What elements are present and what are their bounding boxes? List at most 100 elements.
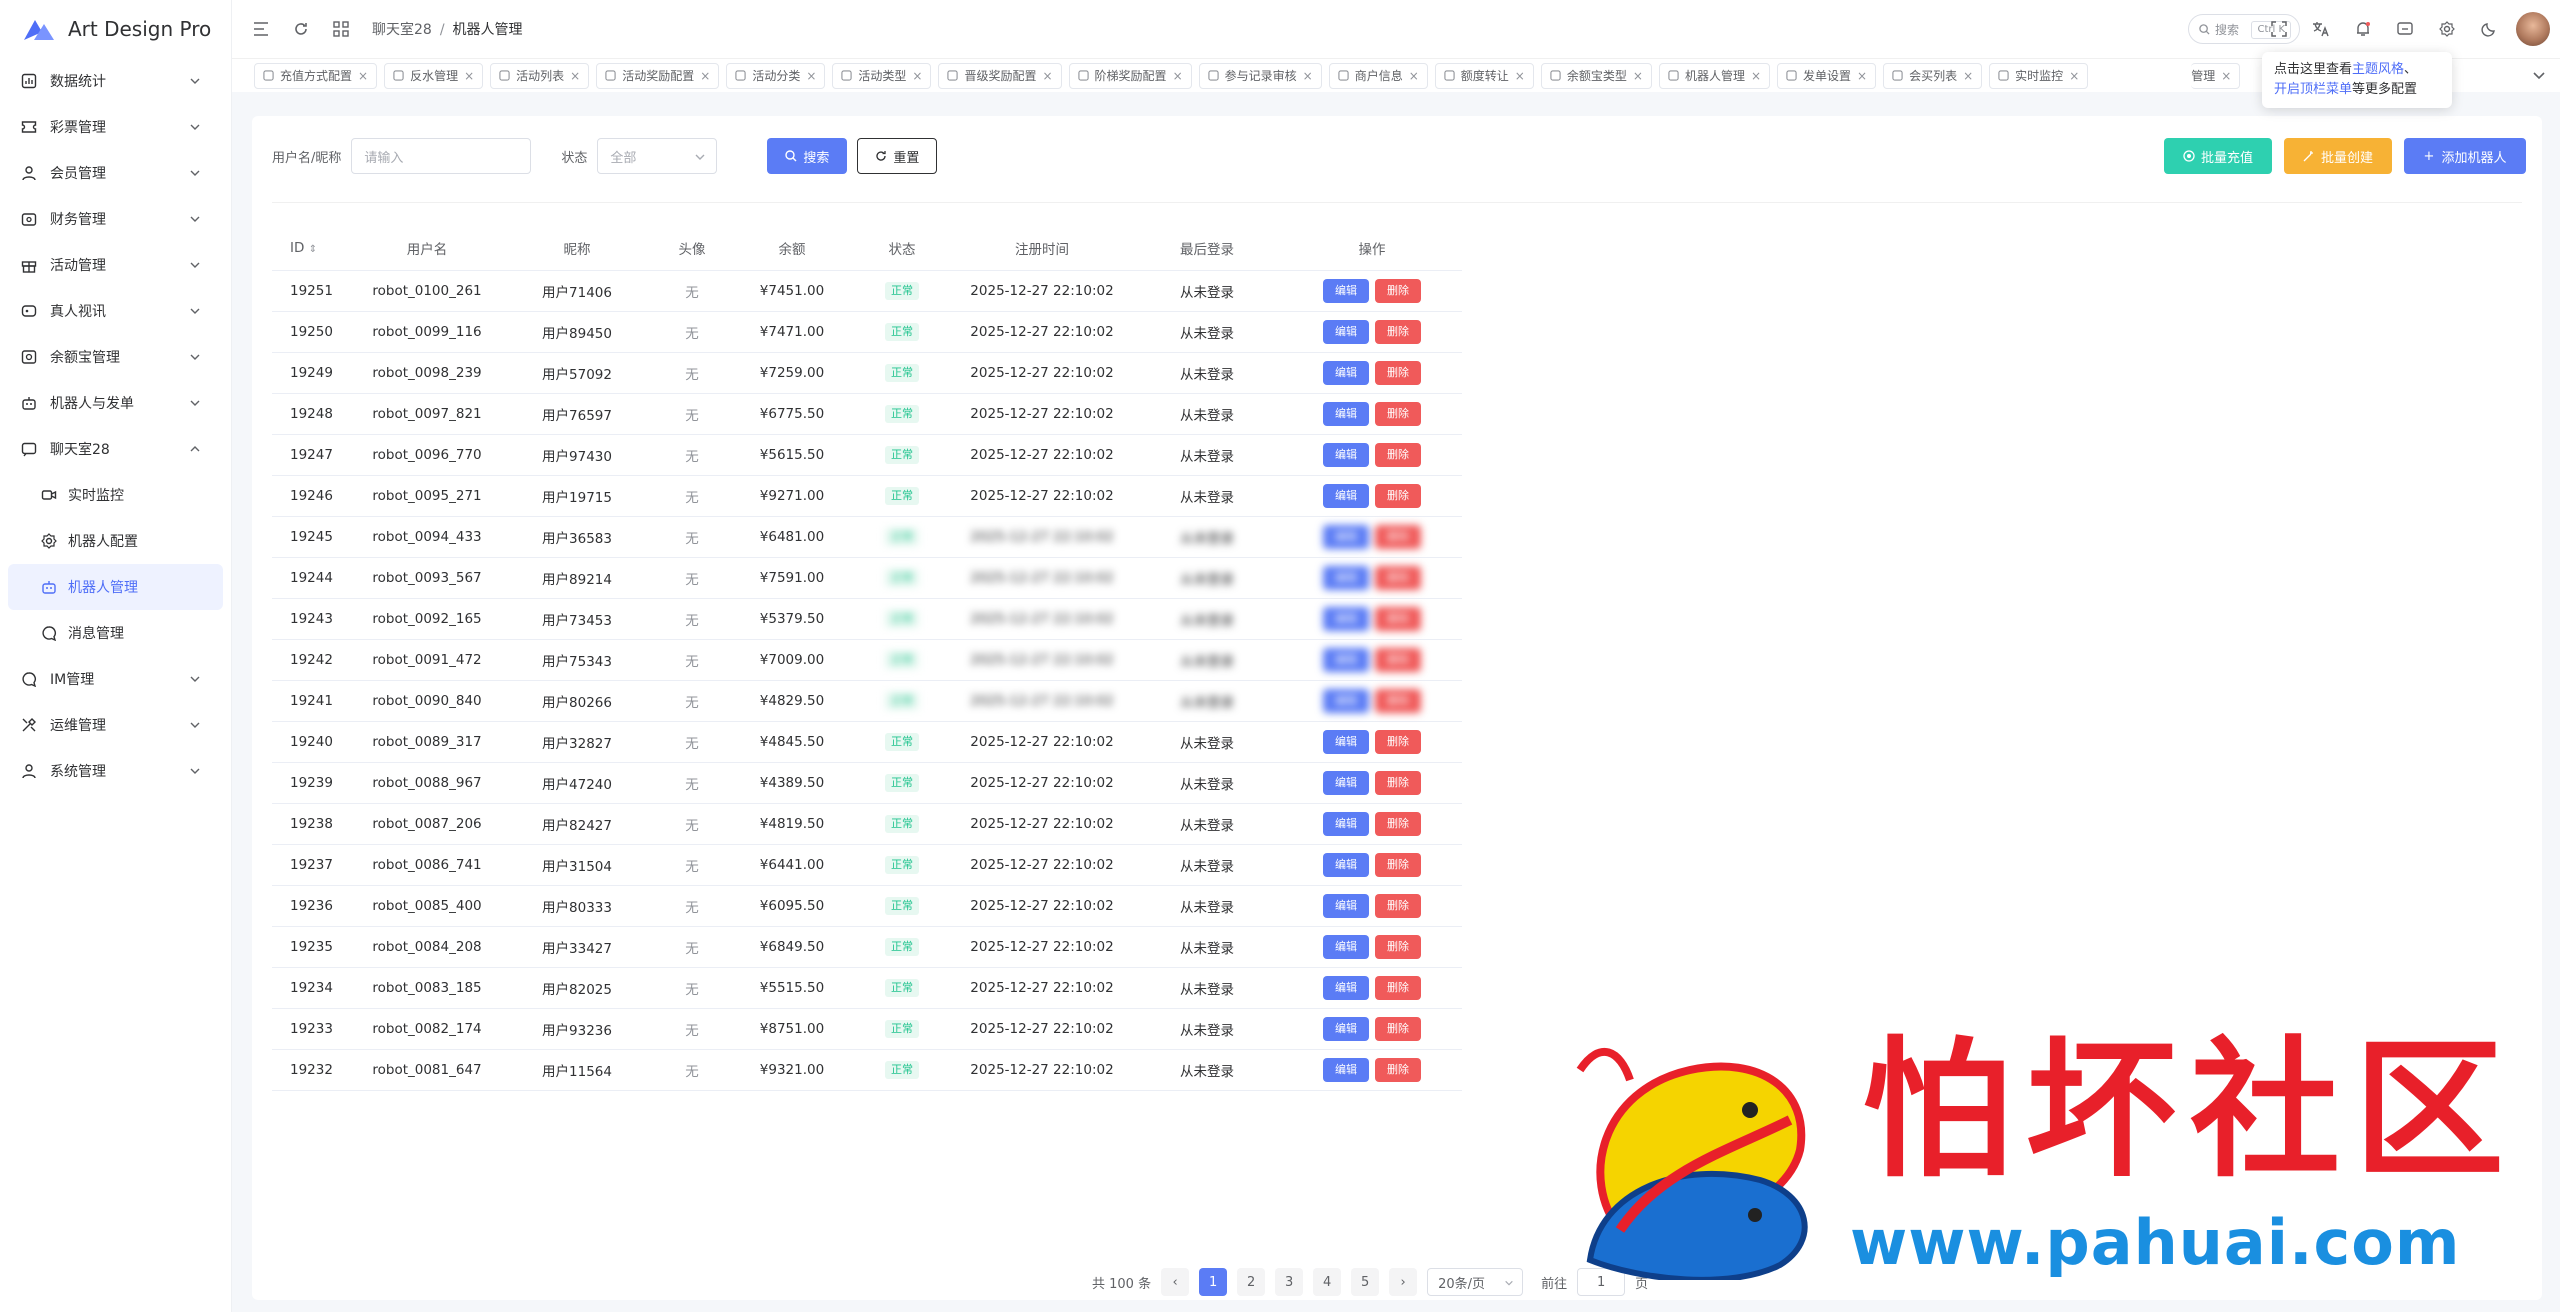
- edit-button[interactable]: 编辑: [1323, 1016, 1369, 1041]
- sidebar-item-items2-1[interactable]: 运维管理: [0, 702, 231, 748]
- edit-button[interactable]: 编辑: [1323, 770, 1369, 795]
- edit-button[interactable]: 编辑: [1323, 565, 1369, 590]
- tab-11[interactable]: 余额宝类型 ×: [1540, 62, 1652, 89]
- delete-button[interactable]: 删除: [1375, 1057, 1421, 1082]
- delete-button[interactable]: 删除: [1375, 565, 1421, 590]
- close-icon[interactable]: ×: [358, 69, 368, 83]
- tab-1[interactable]: 反水管理 ×: [384, 62, 484, 89]
- tab-partial[interactable]: 管理 ×: [2191, 62, 2241, 89]
- page-button[interactable]: 4: [1313, 1268, 1342, 1296]
- delete-button[interactable]: 删除: [1375, 401, 1421, 426]
- menu-toggle-icon[interactable]: [246, 14, 276, 44]
- close-icon[interactable]: ×: [2069, 69, 2079, 83]
- translate-icon[interactable]: [2306, 14, 2336, 44]
- add-robot-button[interactable]: + 添加机器人: [2404, 138, 2526, 174]
- sidebar-item-items-7[interactable]: 机器人与发单: [0, 380, 231, 426]
- delete-button[interactable]: 删除: [1375, 893, 1421, 918]
- close-icon[interactable]: ×: [1409, 69, 1419, 83]
- fullscreen-icon[interactable]: [2264, 14, 2294, 44]
- tab-12[interactable]: 机器人管理 ×: [1658, 62, 1771, 89]
- edit-button[interactable]: 编辑: [1323, 934, 1369, 959]
- username-input[interactable]: 请输入: [351, 138, 532, 174]
- page-button[interactable]: 3: [1275, 1268, 1304, 1296]
- page-button[interactable]: 2: [1237, 1268, 1266, 1296]
- edit-button[interactable]: 编辑: [1323, 852, 1369, 877]
- delete-button[interactable]: 删除: [1375, 729, 1421, 754]
- tab-6[interactable]: 晋级奖励配置 ×: [938, 62, 1062, 89]
- bell-icon[interactable]: [2348, 14, 2378, 44]
- tab-13[interactable]: 发单设置 ×: [1777, 62, 1877, 89]
- sidebar-item-items-3[interactable]: 财务管理: [0, 196, 231, 242]
- page-button[interactable]: 5: [1351, 1268, 1380, 1296]
- close-icon[interactable]: ×: [1633, 69, 1643, 83]
- tab-10[interactable]: 额度转让 ×: [1434, 62, 1534, 89]
- refresh-icon[interactable]: [286, 14, 316, 44]
- delete-button[interactable]: 删除: [1375, 319, 1421, 344]
- sidebar-item-items-6[interactable]: 余额宝管理: [0, 334, 231, 380]
- grid-icon[interactable]: [326, 14, 356, 44]
- edit-button[interactable]: 编辑: [1323, 319, 1369, 344]
- delete-button[interactable]: 删除: [1375, 852, 1421, 877]
- delete-button[interactable]: 删除: [1375, 606, 1421, 631]
- sidebar-subitem-3[interactable]: 消息管理: [0, 610, 231, 656]
- page-button[interactable]: 1: [1199, 1268, 1228, 1296]
- sidebar-subitem-0[interactable]: 实时监控: [0, 472, 231, 518]
- edit-button[interactable]: 编辑: [1323, 811, 1369, 836]
- close-icon[interactable]: ×: [1173, 69, 1183, 83]
- close-icon[interactable]: ×: [1963, 69, 1973, 83]
- column-header-0[interactable]: ID ⇕: [272, 226, 352, 271]
- close-icon[interactable]: ×: [806, 69, 816, 83]
- sidebar-item-items2-2[interactable]: 系统管理: [0, 748, 231, 794]
- settings-icon[interactable]: [2432, 14, 2462, 44]
- delete-button[interactable]: 删除: [1375, 975, 1421, 1000]
- delete-button[interactable]: 删除: [1375, 442, 1421, 467]
- sidebar-subitem-1[interactable]: 机器人配置: [0, 518, 231, 564]
- delete-button[interactable]: 删除: [1375, 770, 1421, 795]
- sidebar-item-items-0[interactable]: 数据统计: [0, 58, 231, 104]
- batch-create-button[interactable]: 批量创建: [2284, 138, 2392, 174]
- close-icon[interactable]: ×: [1042, 69, 1052, 83]
- close-icon[interactable]: ×: [1303, 69, 1313, 83]
- tab-15[interactable]: 实时监控 ×: [1989, 62, 2089, 89]
- sidebar-item-items-8[interactable]: 聊天室28: [0, 426, 231, 472]
- delete-button[interactable]: 删除: [1375, 278, 1421, 303]
- batch-recharge-button[interactable]: 批量充值: [2164, 138, 2272, 174]
- search-button[interactable]: 搜索: [767, 138, 848, 174]
- tooltip-link-topmenu[interactable]: 开启顶栏菜单: [2274, 82, 2352, 97]
- sort-icon[interactable]: ⇕: [309, 244, 317, 255]
- tabs-more-chevron-icon[interactable]: [2528, 64, 2550, 86]
- edit-button[interactable]: 编辑: [1323, 278, 1369, 303]
- tab-0[interactable]: 充值方式配置 ×: [254, 62, 378, 89]
- breadcrumb-parent[interactable]: 聊天室28: [372, 22, 432, 38]
- tab-9[interactable]: 商户信息 ×: [1328, 62, 1428, 89]
- delete-button[interactable]: 删除: [1375, 483, 1421, 508]
- edit-button[interactable]: 编辑: [1323, 606, 1369, 631]
- delete-button[interactable]: 删除: [1375, 647, 1421, 672]
- tab-2[interactable]: 活动列表 ×: [490, 62, 590, 89]
- edit-button[interactable]: 编辑: [1323, 524, 1369, 549]
- next-page-chevron-icon[interactable]: ›: [1389, 1268, 1418, 1296]
- edit-button[interactable]: 编辑: [1323, 647, 1369, 672]
- edit-button[interactable]: 编辑: [1323, 893, 1369, 918]
- tab-14[interactable]: 会买列表 ×: [1883, 62, 1983, 89]
- dark-mode-icon[interactable]: [2474, 14, 2504, 44]
- close-icon[interactable]: ×: [1857, 69, 1867, 83]
- tab-4[interactable]: 活动分类 ×: [726, 62, 826, 89]
- sidebar-item-items-5[interactable]: 真人视讯: [0, 288, 231, 334]
- tab-3[interactable]: 活动奖励配置 ×: [596, 62, 720, 89]
- chat-icon[interactable]: [2390, 14, 2420, 44]
- close-icon[interactable]: ×: [1515, 69, 1525, 83]
- edit-button[interactable]: 编辑: [1323, 729, 1369, 754]
- edit-button[interactable]: 编辑: [1323, 442, 1369, 467]
- delete-button[interactable]: 删除: [1375, 1016, 1421, 1041]
- close-icon[interactable]: ×: [1751, 69, 1761, 83]
- close-icon[interactable]: ×: [700, 69, 710, 83]
- close-icon[interactable]: ×: [464, 69, 474, 83]
- prev-page-chevron-icon[interactable]: ‹: [1161, 1268, 1190, 1296]
- edit-button[interactable]: 编辑: [1323, 1057, 1369, 1082]
- edit-button[interactable]: 编辑: [1323, 975, 1369, 1000]
- edit-button[interactable]: 编辑: [1323, 483, 1369, 508]
- delete-button[interactable]: 删除: [1375, 360, 1421, 385]
- user-avatar[interactable]: [2516, 12, 2550, 46]
- edit-button[interactable]: 编辑: [1323, 360, 1369, 385]
